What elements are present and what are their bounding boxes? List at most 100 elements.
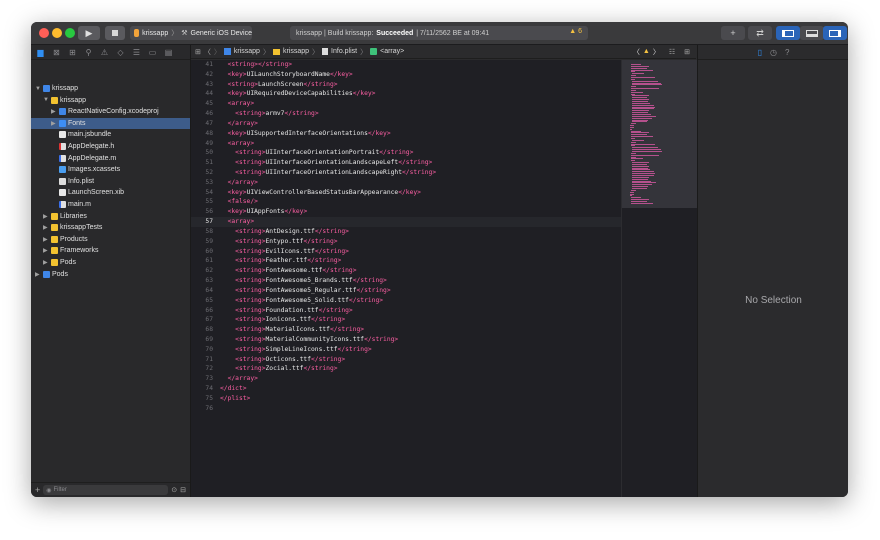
report-icon[interactable]: ▤ — [163, 48, 174, 57]
scheme-selector[interactable]: krissapp 〉 ⚒ Generic iOS Device — [130, 26, 252, 40]
disclosure-triangle-icon[interactable]: ▶ — [43, 236, 49, 243]
code-line[interactable]: 63 <string>FontAwesome5_Brands.ttf</stri… — [191, 276, 621, 286]
disclosure-triangle-icon[interactable]: ▶ — [43, 259, 49, 266]
code-line[interactable]: 58 <string>AntDesign.ttf</string> — [191, 227, 621, 237]
code-review-button[interactable]: ⇄ — [748, 26, 772, 40]
code-line[interactable]: 51 <string>UIInterfaceOrientationLandsca… — [191, 158, 621, 168]
forward-button[interactable]: 〉 — [214, 47, 221, 57]
breadcrumb-group[interactable]: krissapp — [283, 48, 309, 55]
tree-item[interactable]: ▶ Frameworks — [31, 245, 190, 256]
code-line[interactable]: 46 <string>armv7</string> — [191, 109, 621, 119]
recent-files-icon[interactable]: ⊙ — [171, 486, 177, 494]
tree-item[interactable]: ▶ Fonts — [31, 117, 190, 129]
history-icon[interactable]: ◷ — [770, 48, 777, 57]
tree-item[interactable]: ▶ Libraries — [31, 211, 190, 222]
zoom-window-button[interactable] — [65, 28, 75, 38]
disclosure-triangle-icon[interactable]: ▶ — [35, 271, 41, 278]
code-line[interactable]: 62 <string>FontAwesome.ttf</string> — [191, 266, 621, 276]
code-line[interactable]: 75 </plist> — [191, 394, 621, 404]
tree-item[interactable]: ▶ krissappTests — [31, 222, 190, 233]
code-line[interactable]: 47 </array> — [191, 119, 621, 129]
stop-button[interactable] — [105, 26, 125, 40]
code-line[interactable]: 73 </array> — [191, 374, 621, 384]
code-line[interactable]: 49 <array> — [191, 139, 621, 149]
disclosure-triangle-icon[interactable]: ▶ — [43, 213, 49, 220]
disclosure-triangle-icon[interactable]: ▶ — [43, 224, 49, 231]
code-line[interactable]: 52 <string>UIInterfaceOrientationLandsca… — [191, 168, 621, 178]
warning-badge[interactable]: ▲ 6 — [569, 28, 582, 35]
tree-item[interactable]: AppDelegate.h — [31, 141, 190, 152]
toggle-navigator-button[interactable] — [776, 26, 800, 40]
next-issue-icon[interactable]: 〉 — [653, 47, 660, 57]
add-editor-icon[interactable]: ⊞ — [684, 48, 690, 56]
code-line[interactable]: 50 <string>UIInterfaceOrientationPortrai… — [191, 148, 621, 158]
disclosure-triangle-icon[interactable]: ▶ — [43, 247, 49, 254]
code-line[interactable]: 53 </array> — [191, 178, 621, 188]
breakpoint-icon[interactable]: ▭ — [147, 48, 158, 57]
debug-icon[interactable]: ☰ — [131, 48, 142, 57]
breadcrumb-file[interactable]: Info.plist — [331, 48, 357, 55]
toggle-inspector-button[interactable] — [823, 26, 847, 40]
filter-input[interactable]: ◉ Filter — [43, 485, 169, 495]
code-line[interactable]: 72 <string>Zocial.ttf</string> — [191, 364, 621, 374]
tree-item[interactable]: ▶ Pods — [31, 257, 190, 268]
code-line[interactable]: 69 <string>MaterialCommunityIcons.ttf</s… — [191, 335, 621, 345]
tree-item[interactable]: Info.plist — [31, 176, 190, 187]
editor-options-icon[interactable]: ☷ — [669, 48, 675, 56]
code-line[interactable]: 42 <key>UILaunchStoryboardName</key> — [191, 70, 621, 80]
breadcrumb-project[interactable]: krissapp — [234, 48, 260, 55]
code-line[interactable]: 57 <array> — [191, 217, 621, 227]
code-line[interactable]: 61 <string>Feather.ttf</string> — [191, 256, 621, 266]
tree-item[interactable]: ▶ Products — [31, 234, 190, 245]
tree-item[interactable]: main.m — [31, 199, 190, 210]
tree-item[interactable]: AppDelegate.m — [31, 153, 190, 164]
code-line[interactable]: 66 <string>Foundation.ttf</string> — [191, 306, 621, 316]
code-line[interactable]: 76 — [191, 404, 621, 414]
tree-item[interactable]: ▶ ReactNativeConfig.xcodeproj — [31, 106, 190, 117]
code-line[interactable]: 43 <string>LaunchScreen</string> — [191, 80, 621, 90]
tree-item[interactable]: Images.xcassets — [31, 164, 190, 175]
toggle-debug-area-button[interactable] — [800, 26, 824, 40]
source-editor[interactable]: 41 <string></string> 42 <key>UILaunchStor… — [191, 60, 621, 497]
symbol-icon[interactable]: ⊞ — [67, 48, 78, 57]
issue-icon[interactable]: ⚠ — [99, 48, 110, 57]
file-inspector-icon[interactable]: ▯ — [758, 48, 762, 57]
prev-issue-icon[interactable]: 〈 — [633, 47, 640, 57]
tree-item[interactable]: LaunchScreen.xib — [31, 187, 190, 198]
add-icon[interactable]: + — [35, 485, 40, 495]
minimize-window-button[interactable] — [52, 28, 62, 38]
code-line[interactable]: 71 <string>Octicons.ttf</string> — [191, 355, 621, 365]
code-line[interactable]: 59 <string>Entypo.ttf</string> — [191, 237, 621, 247]
code-line[interactable]: 74 </dict> — [191, 384, 621, 394]
test-icon[interactable]: ◇ — [115, 48, 126, 57]
tree-item[interactable]: ▼ krissapp — [31, 83, 190, 94]
tree-item[interactable]: ▼ krissapp — [31, 95, 190, 106]
code-line[interactable]: 56 <key>UIAppFonts</key> — [191, 207, 621, 217]
code-line[interactable]: 70 <string>SimpleLineIcons.ttf</string> — [191, 345, 621, 355]
code-line[interactable]: 67 <string>Ionicons.ttf</string> — [191, 315, 621, 325]
code-line[interactable]: 48 <key>UISupportedInterfaceOrientations… — [191, 129, 621, 139]
warning-icon[interactable]: ▲ — [643, 48, 650, 55]
back-button[interactable]: 〈 — [204, 47, 211, 57]
search-icon[interactable]: ⚲ — [83, 48, 94, 57]
minimap[interactable] — [621, 60, 697, 497]
related-items-icon[interactable]: ⊞ — [195, 48, 201, 56]
code-line[interactable]: 54 <key>UIViewControllerBasedStatusBarAp… — [191, 188, 621, 198]
disclosure-triangle-icon[interactable]: ▼ — [43, 97, 49, 103]
code-line[interactable]: 44 <key>UIRequiredDeviceCapabilities</ke… — [191, 89, 621, 99]
close-window-button[interactable] — [39, 28, 49, 38]
disclosure-triangle-icon[interactable]: ▼ — [35, 86, 41, 92]
tree-item[interactable]: main.jsbundle — [31, 129, 190, 140]
code-line[interactable]: 45 <array> — [191, 99, 621, 109]
code-line[interactable]: 64 <string>FontAwesome5_Regular.ttf</str… — [191, 286, 621, 296]
source-control-icon[interactable]: ⊠ — [51, 48, 62, 57]
help-icon[interactable]: ? — [785, 48, 789, 57]
code-line[interactable]: 65 <string>FontAwesome5_Solid.ttf</strin… — [191, 296, 621, 306]
code-line[interactable]: 60 <string>EvilIcons.ttf</string> — [191, 247, 621, 257]
code-line[interactable]: 68 <string>MaterialIcons.ttf</string> — [191, 325, 621, 335]
disclosure-triangle-icon[interactable]: ▶ — [51, 108, 57, 115]
code-line[interactable]: 55 <false/> — [191, 197, 621, 207]
disclosure-triangle-icon[interactable]: ▶ — [51, 120, 57, 127]
folder-icon[interactable]: ▆ — [35, 48, 46, 57]
code-line[interactable]: 41 <string></string> — [191, 60, 621, 70]
